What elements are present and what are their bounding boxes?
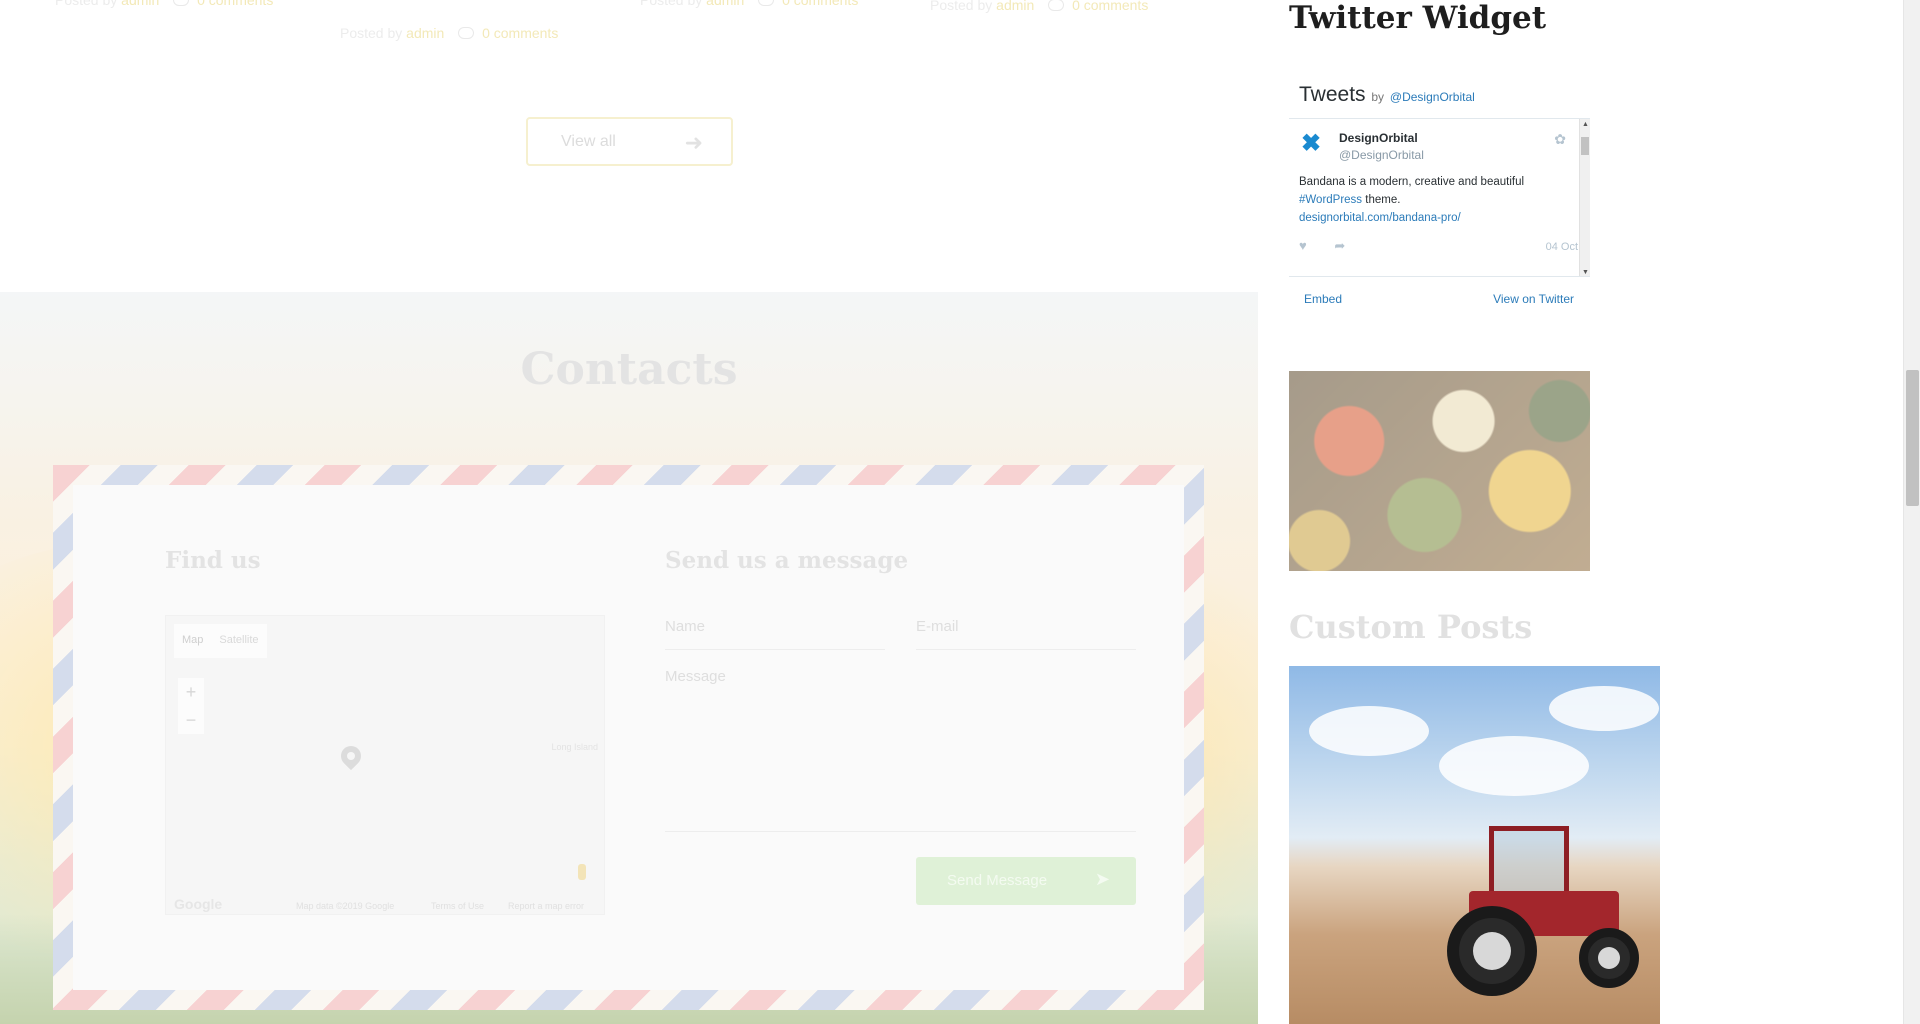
- post-meta: Posted by admin 0 comments: [930, 0, 1148, 13]
- tab-map[interactable]: Map: [174, 624, 211, 658]
- message-field[interactable]: Message: [665, 668, 1136, 832]
- posted-by-label: Posted by: [640, 0, 703, 8]
- timeline-title: Tweets: [1299, 83, 1366, 106]
- find-us-title: Find us: [165, 547, 261, 574]
- map-type-tabs: Map Satellite: [174, 624, 267, 658]
- email-placeholder: E-mail: [916, 618, 959, 635]
- tractor-cab: [1489, 826, 1569, 896]
- post-meta: Posted by admin 0 comments: [640, 0, 858, 8]
- page-scrollbar[interactable]: [1903, 0, 1920, 1024]
- tractor-post-image[interactable]: [1289, 666, 1660, 1024]
- contact-card: Find us Map Satellite + − Long Island Go…: [73, 485, 1184, 990]
- embed-link[interactable]: Embed: [1304, 292, 1342, 306]
- posted-by-label: Posted by: [340, 25, 403, 41]
- map-footer: Google Map data ©2019 Google Terms of Us…: [166, 896, 604, 914]
- author-link[interactable]: admin: [996, 0, 1034, 13]
- send-message-button[interactable]: Send Message ➤: [916, 857, 1136, 905]
- comment-icon: [173, 0, 190, 6]
- tweet-actions: ♥ ➦: [1299, 238, 1369, 254]
- timeline-handle-link[interactable]: @DesignOrbital: [1390, 90, 1475, 104]
- paper-plane-icon: ➤: [1094, 869, 1110, 889]
- share-icon[interactable]: ➦: [1334, 238, 1345, 253]
- map-report-link[interactable]: Report a map error: [508, 901, 584, 911]
- comments-link[interactable]: 0 comments: [482, 25, 558, 41]
- comments-link[interactable]: 0 comments: [197, 0, 273, 8]
- tractor-front-wheel: [1579, 928, 1639, 988]
- map-attribution: Map data ©2019 Google: [296, 901, 395, 911]
- tab-satellite[interactable]: Satellite: [211, 624, 266, 658]
- pegman-icon[interactable]: [578, 864, 586, 880]
- page-scrollbar-thumb[interactable]: [1906, 370, 1919, 506]
- contacts-title: Contacts: [520, 344, 738, 395]
- scrollbar-thumb[interactable]: [1581, 137, 1589, 155]
- post-meta: Posted by admin 0 comments: [55, 0, 273, 8]
- name-field[interactable]: Name: [665, 618, 885, 650]
- timeline-scrollbar[interactable]: ▲ ▼: [1579, 119, 1590, 276]
- posted-by-label: Posted by: [930, 0, 993, 13]
- view-on-twitter-link[interactable]: View on Twitter: [1493, 292, 1574, 306]
- email-field[interactable]: E-mail: [916, 618, 1136, 650]
- arrow-right-icon: ➜: [684, 130, 703, 155]
- tractor-rear-wheel: [1447, 906, 1537, 996]
- cloud-shape: [1439, 736, 1589, 796]
- tweet-author-handle[interactable]: @DesignOrbital: [1339, 148, 1424, 162]
- author-link[interactable]: admin: [706, 0, 744, 8]
- vegetables-image: [1289, 371, 1590, 571]
- view-all-button[interactable]: View all ➜: [526, 117, 733, 166]
- map-place-label: Long Island: [551, 742, 598, 752]
- comments-link[interactable]: 0 comments: [1072, 0, 1148, 13]
- post-meta: Posted by admin 0 comments: [340, 25, 558, 41]
- tweet-text: Bandana is a modern, creative and beauti…: [1299, 173, 1559, 227]
- send-message-title: Send us a message: [665, 547, 909, 574]
- view-all-label: View all: [561, 132, 616, 150]
- map-pin-icon[interactable]: [336, 741, 366, 771]
- map-embed[interactable]: Map Satellite + − Long Island Google Map…: [165, 615, 605, 915]
- contacts-section: Contacts Find us Map Satellite + − Long …: [0, 292, 1258, 1024]
- tweet-text-part: theme.: [1362, 194, 1401, 206]
- avatar[interactable]: ✖: [1301, 131, 1323, 157]
- cloud-shape: [1549, 686, 1659, 731]
- tweet-url-link[interactable]: designorbital.com/bandana-pro/: [1299, 212, 1461, 224]
- google-logo: Google: [174, 896, 223, 912]
- scroll-down-icon[interactable]: ▼: [1580, 269, 1590, 276]
- tweet-author-name[interactable]: DesignOrbital: [1339, 131, 1418, 145]
- message-placeholder: Message: [665, 668, 726, 685]
- map-zoom-controls: + −: [178, 678, 204, 734]
- tweet-date[interactable]: 04 Oct: [1546, 241, 1578, 253]
- twitter-bird-icon[interactable]: ✿: [1554, 131, 1566, 148]
- author-link[interactable]: admin: [121, 0, 159, 8]
- zoom-out-button[interactable]: −: [178, 706, 204, 734]
- author-link[interactable]: admin: [406, 25, 444, 41]
- timeline-by: by: [1371, 90, 1385, 104]
- cloud-shape: [1309, 706, 1429, 756]
- comment-icon: [1048, 0, 1065, 11]
- name-placeholder: Name: [665, 618, 706, 635]
- posted-by-label: Posted by: [55, 0, 118, 8]
- heart-icon[interactable]: ♥: [1299, 238, 1307, 253]
- comments-link[interactable]: 0 comments: [782, 0, 858, 8]
- send-message-label: Send Message: [947, 872, 1048, 889]
- tweet-hashtag-link[interactable]: #WordPress: [1299, 194, 1362, 206]
- zoom-in-button[interactable]: +: [178, 678, 204, 706]
- contact-envelope: Find us Map Satellite + − Long Island Go…: [53, 465, 1204, 1010]
- comment-icon: [758, 0, 775, 6]
- page: Posted by admin 0 comments Posted by adm…: [0, 0, 1920, 1024]
- timeline-header: Tweets by @DesignOrbital: [1299, 83, 1475, 107]
- tweet-text-part: Bandana is a modern, creative and beauti…: [1299, 176, 1525, 188]
- map-terms-link[interactable]: Terms of Use: [431, 901, 484, 911]
- twitter-timeline: Tweets by @DesignOrbital ✖ DesignOrbital…: [1289, 77, 1590, 317]
- comment-icon: [458, 27, 475, 39]
- tweet-list[interactable]: ✖ DesignOrbital @DesignOrbital ✿ Bandana…: [1289, 118, 1590, 277]
- twitter-widget-title: Twitter Widget: [1289, 0, 1547, 36]
- custom-posts-title: Custom Posts: [1289, 608, 1533, 646]
- scroll-up-icon[interactable]: ▲: [1580, 121, 1590, 128]
